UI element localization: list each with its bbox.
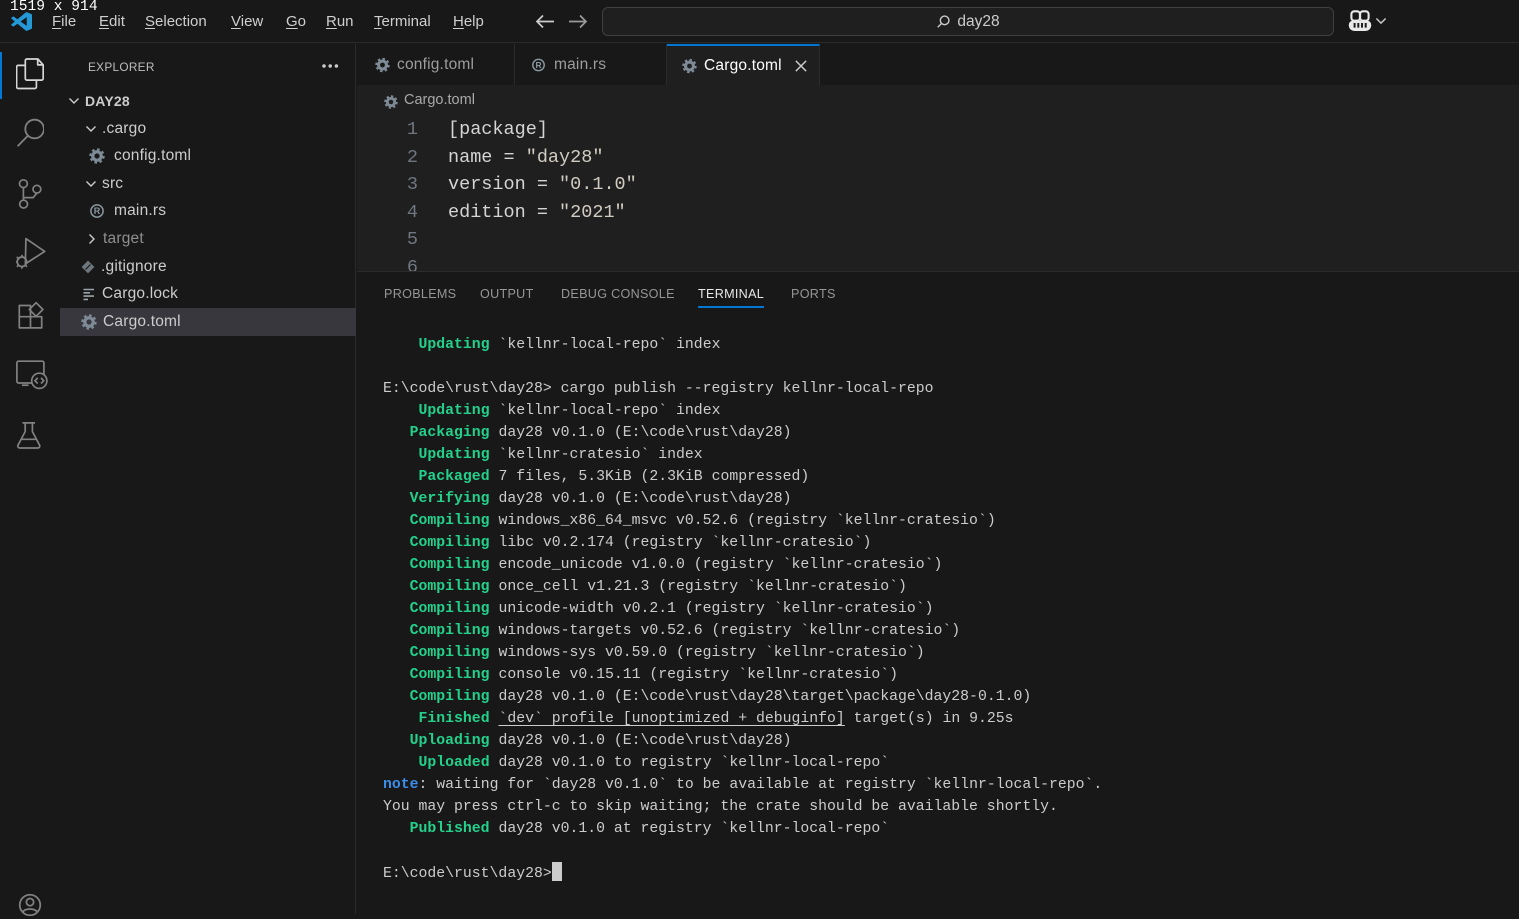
svg-text:R: R [535,60,541,70]
svg-text:R: R [94,207,101,217]
